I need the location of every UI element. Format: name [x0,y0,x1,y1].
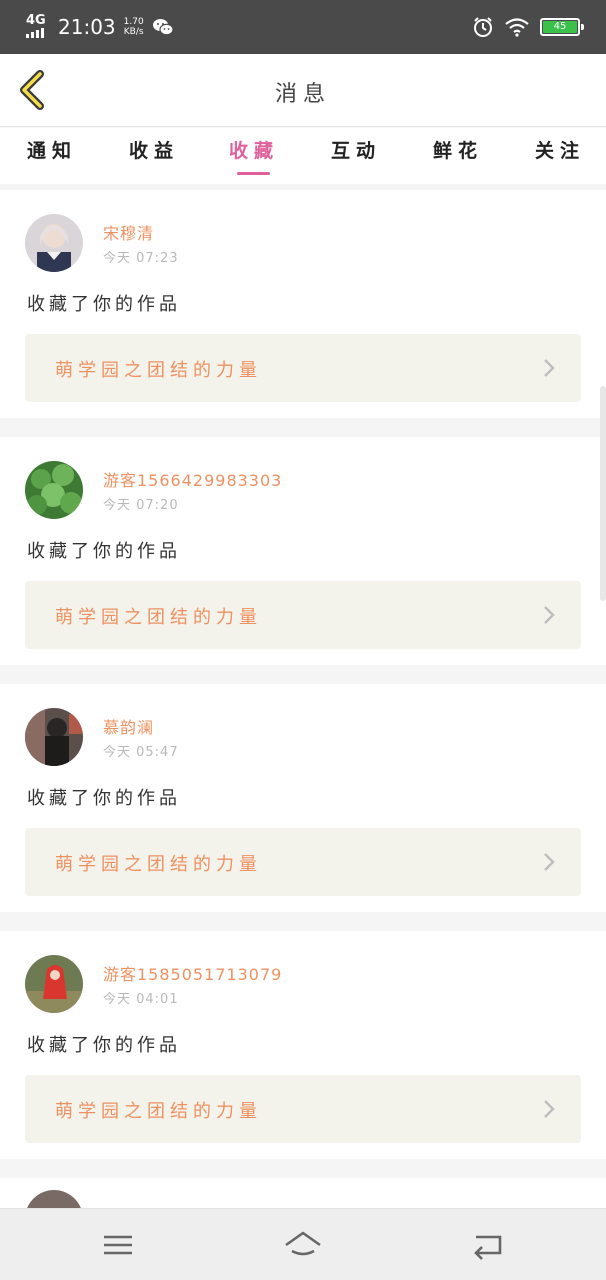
clock: 21:03 [58,15,116,39]
message-card: 宋穆清 今天 07:23 收藏了你的作品 萌学园之团结的力量 [0,190,606,418]
menu-icon[interactable] [98,1227,138,1263]
work-title: 萌学园之团结的力量 [55,1101,262,1122]
work-link[interactable]: 萌学园之团结的力量 [25,828,581,896]
username[interactable]: 游客1566429983303 [103,467,282,491]
timestamp: 今天 04:01 [103,992,179,1007]
chevron-right-icon [544,1100,555,1118]
timestamp: 今天 05:47 [103,745,179,760]
chevron-right-icon [544,853,555,871]
avatar[interactable] [25,214,83,272]
chevron-right-icon [544,359,555,377]
battery-icon: 45 [540,18,584,36]
status-bar: 4G 21:03 1.70 KB/s 45 [0,0,606,54]
action-text: 收藏了你的作品 [27,1035,181,1056]
username[interactable]: 慕韵澜 [103,714,154,738]
wechat-icon [152,19,174,36]
timestamp: 今天 07:23 [103,251,179,266]
tab-flowers[interactable]: 鲜花 [418,136,498,163]
speed-value: 1.70 [123,17,144,27]
status-left: 4G 21:03 1.70 KB/s [24,10,174,44]
scrollbar[interactable] [600,386,606,601]
work-link[interactable]: 萌学园之团结的力量 [25,334,581,402]
signal-icon: 4G [24,12,50,42]
username[interactable]: 游客1585051713079 [103,961,282,985]
tab-favorites[interactable]: 收藏 [214,136,294,163]
work-title: 萌学园之团结的力量 [55,854,262,875]
home-icon[interactable] [283,1227,323,1263]
tab-earnings[interactable]: 收益 [114,136,194,163]
battery-level: 45 [553,21,567,32]
action-text: 收藏了你的作品 [27,788,181,809]
tab-bar: 通知 收益 收藏 互动 鲜花 关注 [0,128,606,184]
header: 消息 [0,54,606,127]
message-card: 游客1585051713079 今天 04:01 收藏了你的作品 萌学园之团结的… [0,931,606,1159]
speed-unit: KB/s [123,27,144,37]
tab-notifications[interactable]: 通知 [12,136,92,163]
network-type: 4G [26,13,46,28]
status-right: 45 [472,14,584,40]
timestamp: 今天 07:20 [103,498,179,513]
message-card: 慕韵澜 今天 05:47 收藏了你的作品 萌学园之团结的力量 [0,684,606,912]
tab-following[interactable]: 关注 [520,136,600,163]
action-text: 收藏了你的作品 [27,294,181,315]
chevron-right-icon [544,606,555,624]
page-title: 消息 [274,82,331,107]
wifi-icon [505,18,529,37]
work-link[interactable]: 萌学园之团结的力量 [25,581,581,649]
action-text: 收藏了你的作品 [27,541,181,562]
network-speed: 1.70 KB/s [124,17,144,37]
work-link[interactable]: 萌学园之团结的力量 [25,1075,581,1143]
alarm-icon [474,17,492,37]
avatar[interactable] [25,708,83,766]
back-icon[interactable] [468,1227,508,1263]
username[interactable]: 宋穆清 [103,220,154,244]
system-nav-bar [0,1208,606,1280]
tab-interactions[interactable]: 互动 [316,136,396,163]
work-title: 萌学园之团结的力量 [55,360,262,381]
message-card: 游客1566429983303 今天 07:20 收藏了你的作品 萌学园之团结的… [0,437,606,665]
active-tab-indicator [237,172,270,175]
avatar[interactable] [25,955,83,1013]
avatar[interactable] [25,461,83,519]
work-title: 萌学园之团结的力量 [55,607,262,628]
